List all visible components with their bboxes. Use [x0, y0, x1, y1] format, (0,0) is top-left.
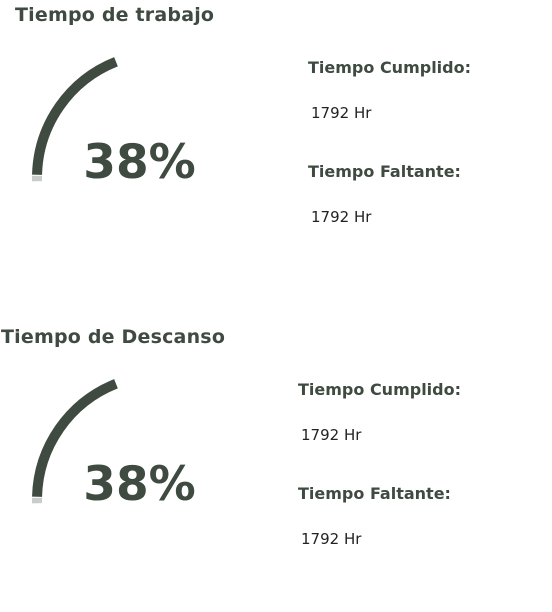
- work-completed-value: 1792 Hr: [311, 104, 371, 122]
- work-remaining-value: 1792 Hr: [311, 208, 371, 226]
- work-time-panel: Tiempo de trabajo 38% Tiempo Cumplido: 1…: [0, 0, 552, 290]
- rest-time-gauge: 38%: [22, 367, 202, 537]
- rest-time-title: Tiempo de Descanso: [1, 326, 225, 348]
- rest-time-percent: 38%: [77, 459, 202, 511]
- work-completed-label: Tiempo Cumplido:: [308, 58, 471, 77]
- work-time-percent: 38%: [77, 137, 202, 189]
- work-time-gauge: 38%: [22, 45, 202, 215]
- rest-remaining-value: 1792 Hr: [301, 530, 361, 548]
- rest-remaining-label: Tiempo Faltante:: [298, 484, 451, 503]
- rest-completed-value: 1792 Hr: [301, 426, 361, 444]
- work-time-title: Tiempo de trabajo: [15, 4, 214, 26]
- work-remaining-label: Tiempo Faltante:: [308, 162, 461, 181]
- rest-completed-label: Tiempo Cumplido:: [298, 380, 461, 399]
- rest-time-panel: Tiempo de Descanso 38% Tiempo Cumplido: …: [0, 322, 552, 612]
